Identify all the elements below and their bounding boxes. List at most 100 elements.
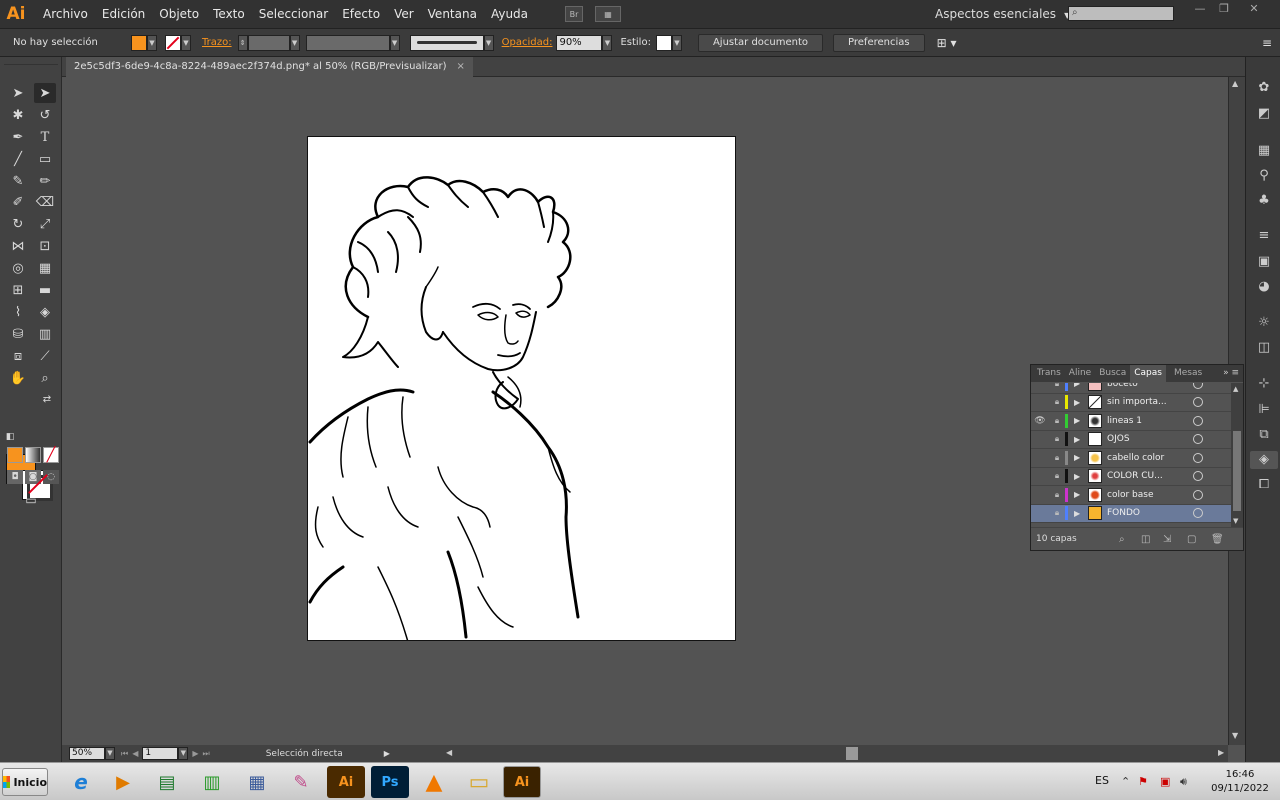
tab-artboards[interactable]: Mesas [1170, 365, 1206, 382]
help-search-input[interactable]: ⌕ [1068, 6, 1174, 21]
layer-name[interactable]: color base [1107, 490, 1189, 500]
show-hidden-icons[interactable]: ⌃ [1121, 775, 1130, 788]
zoom-tool-icon[interactable]: ⌕ [34, 368, 56, 388]
artboard-number-field[interactable]: 1 [142, 747, 179, 760]
draw-normal-icon[interactable]: ◘ [7, 470, 23, 484]
expand-arrow-icon[interactable]: ▶ [1074, 472, 1084, 481]
artboards-panel-icon[interactable]: ⧠ [1254, 476, 1274, 494]
symbols-panel-icon[interactable]: ♣ [1254, 192, 1274, 210]
paint-app-icon[interactable]: ✎ [282, 766, 320, 798]
office-app-icon[interactable]: ▥ [193, 766, 231, 798]
system-clock[interactable]: 16:46 09/11/2022 [1200, 768, 1280, 796]
stroke-label[interactable]: Trazo: [202, 37, 232, 48]
bridge-button[interactable]: Br [565, 6, 584, 22]
swatches-panel-icon[interactable]: ▦ [1254, 142, 1274, 160]
panel-menu-icon[interactable]: ≡ [1262, 36, 1272, 50]
mesh-tool-icon[interactable]: ⊞ [7, 280, 29, 300]
close-tab-icon[interactable]: × [457, 61, 465, 72]
target-circle-icon[interactable] [1193, 508, 1203, 519]
slice-tool-icon[interactable]: ⟋ [34, 346, 56, 366]
expand-arrow-icon[interactable]: ▶ [1074, 416, 1084, 425]
gradient-tool-icon[interactable]: ▬ [34, 280, 56, 300]
lock-icon[interactable]: 🔒︎ [1049, 416, 1065, 426]
target-circle-icon[interactable] [1193, 489, 1203, 500]
vlc-taskbar-icon[interactable]: ▲ [415, 766, 453, 798]
illustrator-taskbar-icon[interactable]: Ai [327, 766, 365, 798]
column-graph-tool-icon[interactable]: ▥ [34, 324, 56, 344]
scroll-down-arrow-icon[interactable]: ▼ [1233, 517, 1238, 525]
selection-tool-icon[interactable]: ➤ [7, 83, 29, 103]
tab-layers[interactable]: Capas [1130, 365, 1166, 382]
menu-texto[interactable]: Texto [206, 0, 252, 29]
rectangle-tool-icon[interactable]: ▭ [34, 149, 56, 169]
illustrator-active-window[interactable]: Ai [503, 766, 541, 798]
appearance-panel-icon[interactable]: ☼ [1254, 314, 1274, 332]
file-explorer-icon[interactable]: ▭ [460, 766, 498, 798]
expand-arrow-icon[interactable]: ▶ [1074, 398, 1084, 407]
opacity-label[interactable]: Opacidad: [502, 37, 553, 48]
pen-tool-icon[interactable]: ✒ [7, 127, 29, 147]
scroll-up-arrow-icon[interactable]: ▲ [1233, 385, 1238, 393]
blob-brush-tool-icon[interactable]: ✐ [7, 192, 29, 212]
target-circle-icon[interactable] [1193, 383, 1203, 389]
language-indicator[interactable]: ES [1095, 774, 1109, 787]
magic-wand-tool-icon[interactable]: ✱ [7, 105, 29, 125]
eraser-tool-icon[interactable]: ⌫ [34, 192, 56, 212]
expand-arrow-icon[interactable]: ▶ [1074, 435, 1084, 444]
layer-row[interactable]: 👁︎ 🔒︎ ▶ lineas 1 [1031, 412, 1231, 431]
swap-fill-stroke-icon[interactable]: ⇄ [40, 392, 54, 406]
preferences-button[interactable]: Preferencias [833, 33, 925, 52]
first-artboard-icon[interactable]: ⏮ [121, 749, 128, 759]
opacity-field[interactable]: 90% [556, 34, 603, 51]
layers-scrollbar[interactable]: ▲ ▼ [1231, 383, 1243, 527]
width-tool-icon[interactable]: ⋈ [7, 236, 29, 256]
close-button[interactable]: ✕ [1242, 2, 1266, 16]
menu-efecto[interactable]: Efecto [335, 0, 387, 29]
document-tab[interactable]: 2e5c5df3-6de9-4c8a-8224-489aec2f374d.png… [66, 57, 473, 77]
tools-grip[interactable] [4, 59, 58, 65]
expand-arrow-icon[interactable]: ▶ [1074, 490, 1084, 499]
none-mode-icon[interactable]: ╱ [43, 447, 59, 463]
eyedropper-tool-icon[interactable]: ⌇ [7, 302, 29, 322]
free-transform-tool-icon[interactable]: ⊡ [34, 236, 56, 256]
layer-row[interactable]: 🔒︎ ▶ cabello color [1031, 449, 1231, 468]
pathfinder-panel-icon[interactable]: ⧉ [1254, 426, 1274, 444]
clipping-mask-icon[interactable]: ◫ [1141, 534, 1150, 545]
tab-align[interactable]: Aline [1065, 365, 1095, 382]
workspace-switcher[interactable]: Aspectos esenciales▼ [935, 0, 1070, 29]
layer-row[interactable]: 🔒︎ ▶ color base [1031, 486, 1231, 505]
menu-edicion[interactable]: Edición [95, 0, 152, 29]
expand-arrow-icon[interactable]: ▶ [1074, 383, 1084, 388]
maximize-button[interactable]: ❐ [1212, 2, 1236, 16]
next-artboard-icon[interactable]: ▶ [192, 749, 198, 758]
trash-icon[interactable]: 🗑︎ [1211, 534, 1224, 545]
network-icon[interactable]: ▣ [1160, 775, 1170, 788]
lock-icon[interactable]: 🔒︎ [1049, 397, 1065, 407]
layer-row[interactable]: 🔒︎ ▶ COLOR CU... [1031, 468, 1231, 486]
calendar-app-icon[interactable]: ▦ [238, 766, 276, 798]
layer-row[interactable]: 🔒︎ ▶ sin importa... [1031, 394, 1231, 412]
layer-name[interactable]: COLOR CU... [1107, 471, 1189, 481]
graphic-styles-icon[interactable]: ◫ [1254, 339, 1274, 357]
line-tool-icon[interactable]: ╱ [7, 149, 29, 169]
status-menu-arrow-icon[interactable]: ▶ [384, 749, 390, 758]
layer-name[interactable]: boceto [1107, 383, 1189, 389]
color-mode-icon[interactable] [7, 447, 23, 463]
layer-name[interactable]: cabello color [1107, 453, 1189, 463]
layer-row[interactable]: 🔒︎ ▶ OJOS [1031, 431, 1231, 449]
locate-object-icon[interactable]: ⌕ [1119, 534, 1125, 545]
stroke-panel-icon[interactable]: ≡ [1254, 227, 1274, 245]
variable-width-dropdown[interactable]: ▼ [389, 34, 400, 51]
symbol-sprayer-tool-icon[interactable]: ⛁ [7, 324, 29, 344]
target-circle-icon[interactable] [1193, 415, 1203, 426]
opacity-dropdown[interactable]: ▼ [602, 34, 613, 51]
perspective-grid-tool-icon[interactable]: ▦ [34, 258, 56, 278]
type-tool-icon[interactable]: T [34, 127, 56, 147]
color-guide-icon[interactable]: ◩ [1254, 105, 1274, 123]
new-sublayer-icon[interactable]: ⇲ [1163, 534, 1171, 545]
default-colors-icon[interactable]: ◧ [3, 430, 17, 444]
rotate-tool-icon[interactable]: ↻ [7, 214, 29, 234]
layer-name[interactable]: OJOS [1107, 434, 1189, 444]
tab-transform[interactable]: Trans [1033, 365, 1065, 382]
brush-definition-field[interactable] [409, 34, 484, 51]
